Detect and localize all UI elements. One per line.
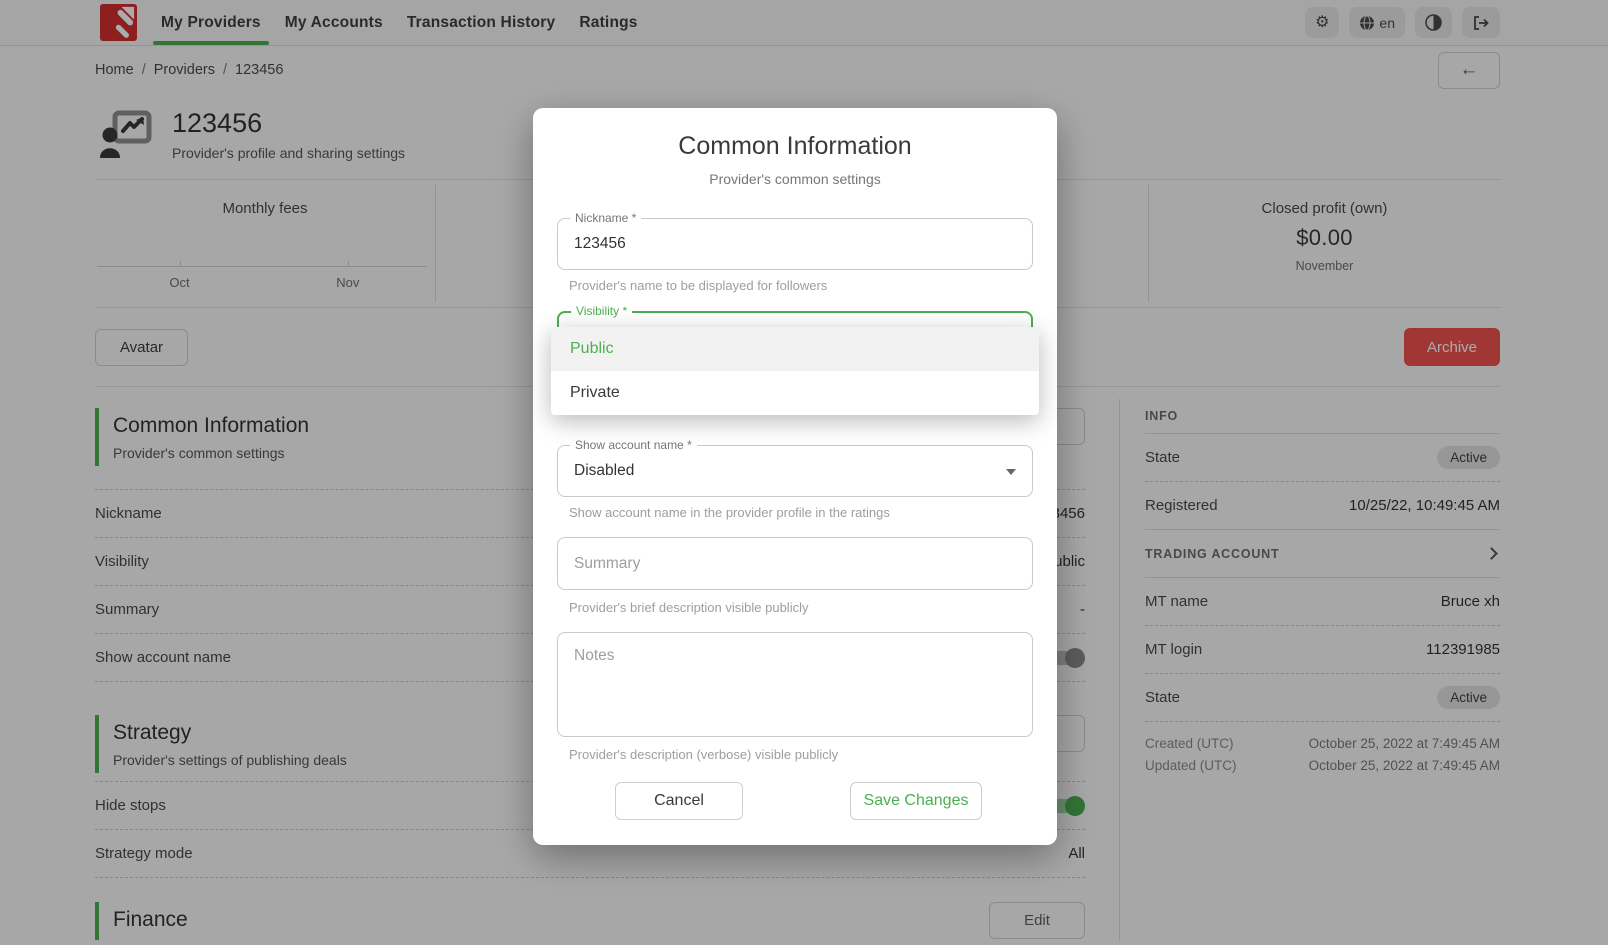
visibility-field-label: Visibility * (571, 304, 632, 318)
dialog-title: Common Information (533, 132, 1057, 161)
nickname-field-label: Nickname * (570, 211, 641, 225)
notes-textarea[interactable] (558, 633, 1032, 736)
dialog-subtitle: Provider's common settings (533, 171, 1057, 187)
summary-field (557, 537, 1033, 590)
visibility-option-public[interactable]: Public (551, 327, 1039, 371)
nickname-helper-text: Provider's name to be displayed for foll… (569, 278, 1021, 293)
visibility-dropdown-menu: Public Private (551, 327, 1039, 415)
summary-helper-text: Provider's brief description visible pub… (569, 600, 1021, 615)
chevron-down-icon (1006, 469, 1016, 475)
notes-helper-text: Provider's description (verbose) visible… (569, 747, 1021, 762)
nickname-input[interactable] (558, 219, 1032, 269)
notes-field (557, 632, 1033, 737)
show-account-name-helper-text: Show account name in the provider profil… (569, 505, 1021, 520)
show-account-name-select[interactable]: Disabled (558, 446, 1032, 496)
common-information-dialog: Common Information Provider's common set… (533, 108, 1057, 845)
cancel-button[interactable]: Cancel (615, 782, 743, 820)
visibility-option-private[interactable]: Private (551, 371, 1039, 415)
summary-input[interactable] (558, 538, 1032, 589)
show-account-name-field-label: Show account name * (570, 438, 697, 452)
show-account-name-field[interactable]: Show account name * Disabled (557, 445, 1033, 497)
save-changes-button[interactable]: Save Changes (850, 782, 982, 820)
nickname-field: Nickname * (557, 218, 1033, 270)
